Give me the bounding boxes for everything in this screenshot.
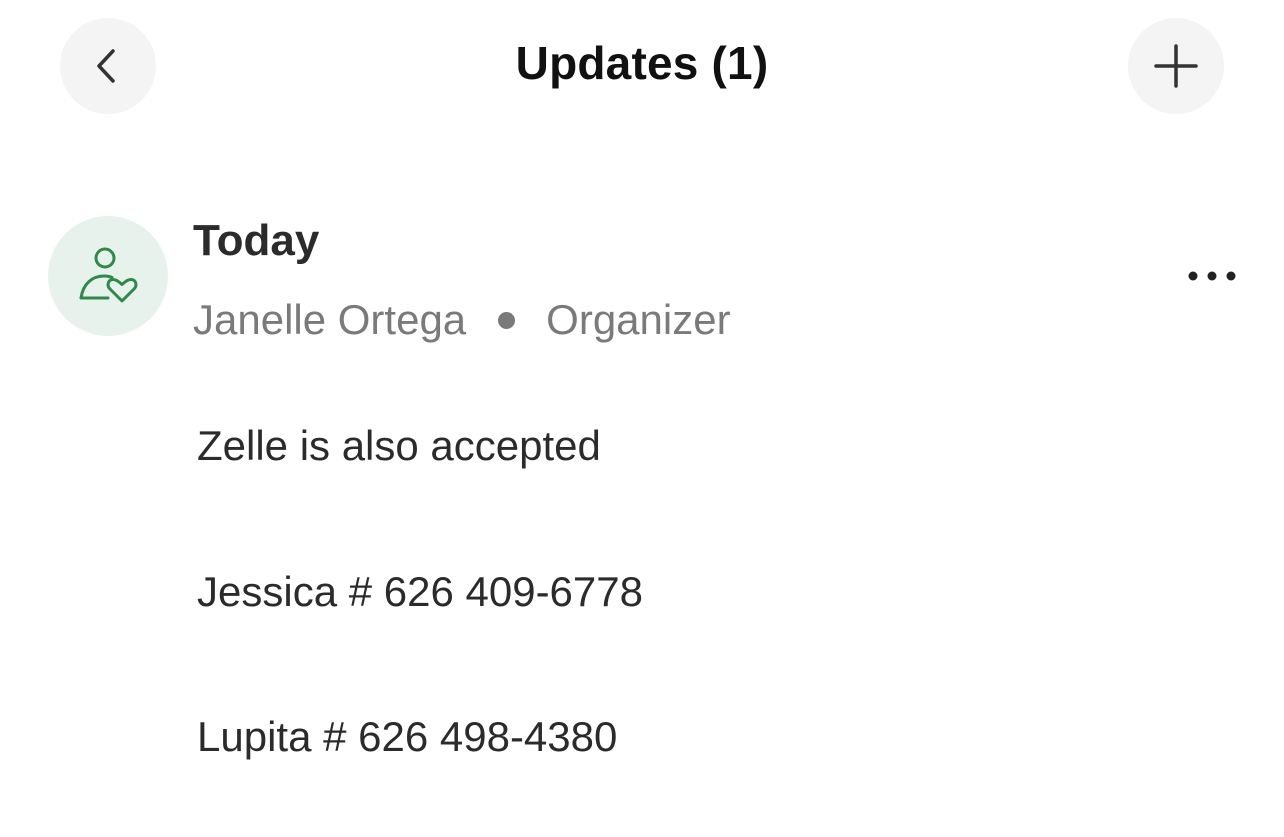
- update-meta: Janelle Ortega Organizer: [193, 296, 731, 344]
- update-body-line: Lupita # 626 498-4380: [197, 713, 618, 760]
- page-title: Updates (1): [515, 37, 769, 89]
- author-name: Janelle Ortega: [193, 296, 467, 343]
- update-body-line: Jessica # 626 409-6778: [197, 568, 643, 615]
- separator-dot: [498, 311, 516, 329]
- person-heart-icon: [79, 247, 138, 303]
- update-date: Today: [193, 216, 320, 265]
- plus-icon: [1154, 44, 1198, 88]
- author-role: Organizer: [546, 296, 731, 343]
- avatar: [48, 216, 168, 336]
- update-body-line: Zelle is also accepted: [197, 422, 601, 469]
- more-horizontal-icon: [1188, 271, 1236, 281]
- more-options-button[interactable]: [1180, 256, 1244, 296]
- add-update-button[interactable]: [1128, 18, 1224, 114]
